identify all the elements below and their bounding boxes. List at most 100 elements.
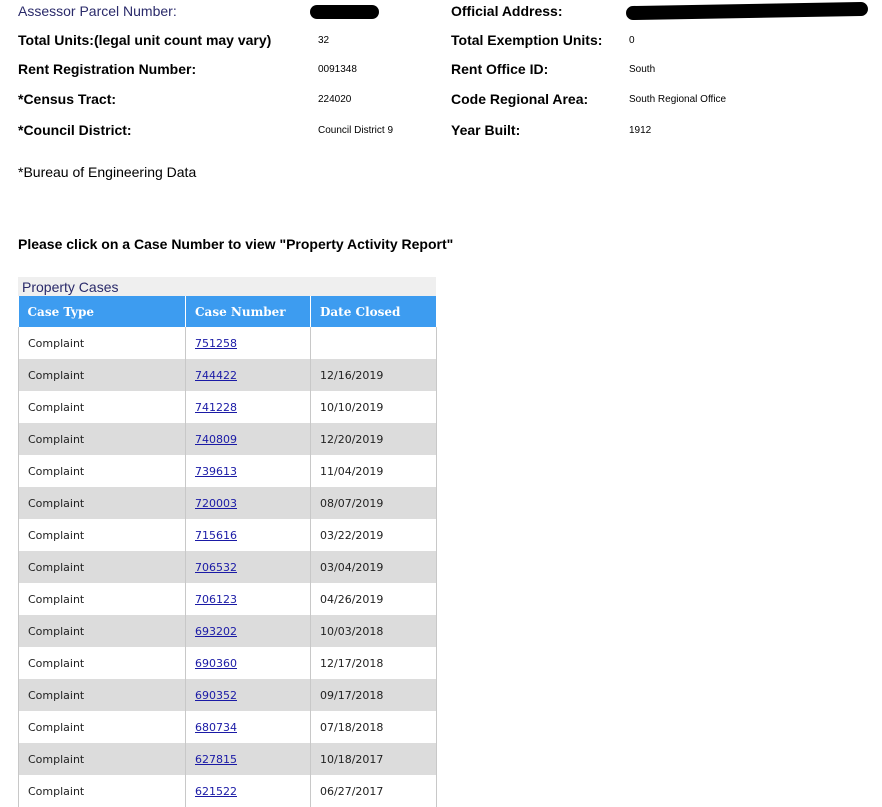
case-number-link[interactable]: 706123 — [195, 593, 237, 606]
council-district-value: Council District 9 — [318, 125, 394, 136]
case-number-cell: 720003 — [185, 487, 311, 519]
date-closed-cell: 03/22/2019 — [310, 519, 437, 551]
case-type-cell: Complaint — [18, 391, 186, 423]
table-row: Complaint 627815 10/18/2017 — [18, 743, 437, 775]
table-row: Complaint 690360 12/17/2018 — [18, 647, 437, 679]
date-closed-cell: 10/18/2017 — [310, 743, 437, 775]
case-number-instructions: Please click on a Case Number to view "P… — [18, 236, 454, 252]
column-header-case-number: Case Number — [185, 296, 311, 327]
council-district-label: *Council District: — [18, 122, 132, 138]
table-row: Complaint 715616 03/22/2019 — [18, 519, 437, 551]
table-row: Complaint 751258 — [18, 327, 437, 359]
date-closed-cell: 09/17/2018 — [310, 679, 437, 711]
total-exemption-value: 0 — [629, 35, 635, 46]
official-address-label: Official Address: — [451, 3, 563, 19]
rent-registration-value: 0091348 — [318, 64, 357, 75]
date-closed-cell: 07/18/2018 — [310, 711, 437, 743]
redacted-official-address — [625, 1, 869, 21]
case-number-cell: 740809 — [185, 423, 311, 455]
case-number-link[interactable]: 739613 — [195, 465, 237, 478]
case-number-cell: 627815 — [185, 743, 311, 775]
case-number-link[interactable]: 744422 — [195, 369, 237, 382]
case-number-link[interactable]: 693202 — [195, 625, 237, 638]
case-type-cell: Complaint — [18, 519, 186, 551]
case-number-cell: 680734 — [185, 711, 311, 743]
date-closed-cell: 03/04/2019 — [310, 551, 437, 583]
footnote-engineering-data: *Bureau of Engineering Data — [18, 164, 197, 180]
case-number-cell: 751258 — [185, 327, 311, 359]
date-closed-cell: 12/16/2019 — [310, 359, 437, 391]
case-type-cell: Complaint — [18, 455, 186, 487]
case-number-cell: 690360 — [185, 647, 311, 679]
redacted-parcel-number — [310, 5, 379, 19]
total-exemption-label: Total Exemption Units: — [451, 32, 603, 48]
table-row: Complaint 693202 10/03/2018 — [18, 615, 437, 647]
year-built-label: Year Built: — [451, 122, 521, 138]
date-closed-cell: 08/07/2019 — [310, 487, 437, 519]
case-type-cell: Complaint — [18, 647, 186, 679]
case-number-link[interactable]: 715616 — [195, 529, 237, 542]
case-number-cell: 706532 — [185, 551, 311, 583]
assessor-parcel-label: Assessor Parcel Number: — [18, 3, 177, 19]
table-row: Complaint 741228 10/10/2019 — [18, 391, 437, 423]
case-number-link[interactable]: 690352 — [195, 689, 237, 702]
rent-office-value: South — [629, 64, 656, 75]
date-closed-cell: 10/03/2018 — [310, 615, 437, 647]
case-number-link[interactable]: 627815 — [195, 753, 237, 766]
case-number-link[interactable]: 720003 — [195, 497, 237, 510]
case-type-cell: Complaint — [18, 423, 186, 455]
date-closed-cell: 04/26/2019 — [310, 583, 437, 615]
case-number-link[interactable]: 621522 — [195, 785, 237, 798]
table-row: Complaint 739613 11/04/2019 — [18, 455, 437, 487]
date-closed-cell: 10/10/2019 — [310, 391, 437, 423]
case-number-cell: 621522 — [185, 775, 311, 807]
census-tract-value: 224020 — [318, 94, 352, 105]
case-type-cell: Complaint — [18, 551, 186, 583]
case-number-link[interactable]: 706532 — [195, 561, 237, 574]
code-regional-label: Code Regional Area: — [451, 91, 589, 107]
case-number-link[interactable]: 740809 — [195, 433, 237, 446]
case-number-cell: 690352 — [185, 679, 311, 711]
case-number-cell: 693202 — [185, 615, 311, 647]
property-cases-caption: Property Cases — [18, 277, 436, 296]
date-closed-cell: 11/04/2019 — [310, 455, 437, 487]
case-number-cell: 739613 — [185, 455, 311, 487]
case-number-link[interactable]: 741228 — [195, 401, 237, 414]
date-closed-cell: 06/27/2017 — [310, 775, 437, 807]
case-type-cell: Complaint — [18, 583, 186, 615]
case-number-link[interactable]: 690360 — [195, 657, 237, 670]
rent-registration-label: Rent Registration Number: — [18, 61, 197, 77]
table-row: Complaint 706123 04/26/2019 — [18, 583, 437, 615]
year-built-value: 1912 — [629, 125, 652, 136]
date-closed-cell: 12/20/2019 — [310, 423, 437, 455]
case-type-cell: Complaint — [18, 487, 186, 519]
case-type-cell: Complaint — [18, 711, 186, 743]
table-row: Complaint 740809 12/20/2019 — [18, 423, 437, 455]
case-type-cell: Complaint — [18, 615, 186, 647]
code-regional-value: South Regional Office — [629, 94, 727, 105]
table-row: Complaint 744422 12/16/2019 — [18, 359, 437, 391]
case-type-cell: Complaint — [18, 743, 186, 775]
table-row: Complaint 690352 09/17/2018 — [18, 679, 437, 711]
rent-office-label: Rent Office ID: — [451, 61, 549, 77]
case-type-cell: Complaint — [18, 775, 186, 807]
table-row: Complaint 680734 07/18/2018 — [18, 711, 437, 743]
case-number-link[interactable]: 680734 — [195, 721, 237, 734]
total-units-value: 32 — [318, 35, 330, 46]
case-type-cell: Complaint — [18, 679, 186, 711]
case-number-link[interactable]: 751258 — [195, 337, 237, 350]
total-units-label: Total Units:(legal unit count may vary) — [18, 32, 272, 48]
table-header-row: Case Type Case Number Date Closed — [18, 296, 437, 327]
case-number-cell: 744422 — [185, 359, 311, 391]
census-tract-label: *Census Tract: — [18, 91, 117, 107]
case-type-cell: Complaint — [18, 359, 186, 391]
column-header-case-type: Case Type — [18, 296, 186, 327]
table-row: Complaint 706532 03/04/2019 — [18, 551, 437, 583]
table-row: Complaint 621522 06/27/2017 — [18, 775, 437, 807]
table-row: Complaint 720003 08/07/2019 — [18, 487, 437, 519]
column-header-date-closed: Date Closed — [310, 296, 437, 327]
case-type-cell: Complaint — [18, 327, 186, 359]
case-number-cell: 715616 — [185, 519, 311, 551]
case-number-cell: 706123 — [185, 583, 311, 615]
property-cases-panel: Property Cases Case Type Case Number Dat… — [18, 277, 437, 807]
